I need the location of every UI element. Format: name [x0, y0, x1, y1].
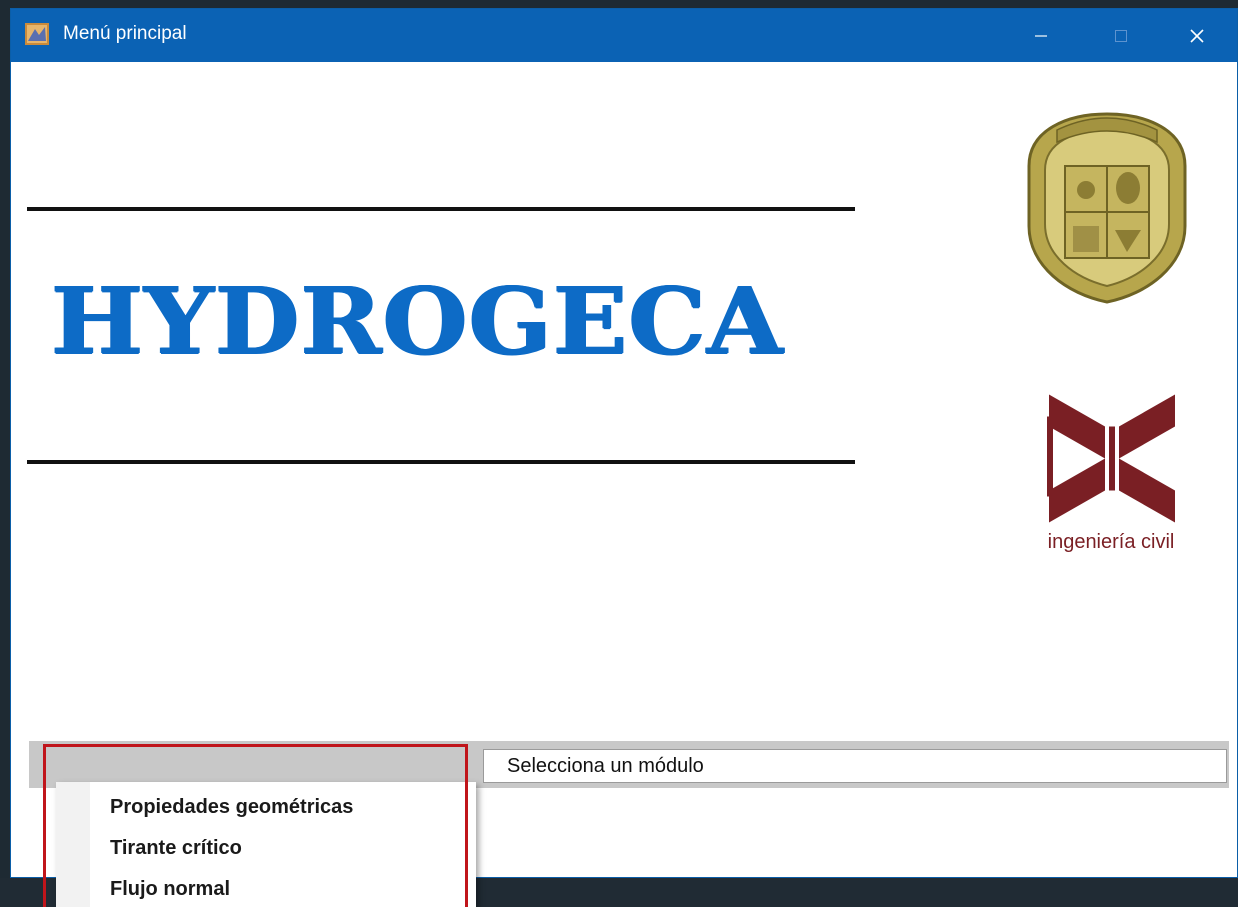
close-button[interactable]: [1167, 9, 1227, 62]
menu-item-propiedades-geometricas[interactable]: Propiedades geométricas: [110, 796, 353, 819]
university-seal-logo: [1027, 112, 1187, 304]
menu-item-tirante-critico[interactable]: Tirante crítico: [110, 837, 242, 860]
minimize-icon: [1035, 34, 1047, 37]
minimize-button[interactable]: [1011, 9, 1071, 62]
bottom-divider: [27, 460, 855, 464]
module-dropdown-menu: Propiedades geométricas Tirante crítico …: [56, 782, 476, 907]
title-bar[interactable]: Menú principal: [11, 9, 1237, 62]
menu-item-flujo-normal[interactable]: Flujo normal: [110, 878, 230, 901]
module-selector-value: Selecciona un módulo: [507, 755, 704, 777]
close-icon: [1190, 28, 1204, 43]
app-name-title: HYDROGECA: [51, 267, 784, 375]
top-divider: [27, 207, 855, 211]
ingenieria-civil-label: ingeniería civil: [1047, 531, 1175, 553]
app-icon: [25, 23, 49, 45]
menu-gutter: [56, 782, 90, 907]
module-selector-combo[interactable]: Selecciona un módulo: [483, 749, 1227, 783]
main-menu-window: Menú principal HYDROGECA ingeniería civi…: [10, 8, 1238, 878]
maximize-button[interactable]: [1091, 9, 1151, 62]
maximize-icon: [1115, 29, 1127, 42]
window-title: Menú principal: [63, 23, 187, 44]
